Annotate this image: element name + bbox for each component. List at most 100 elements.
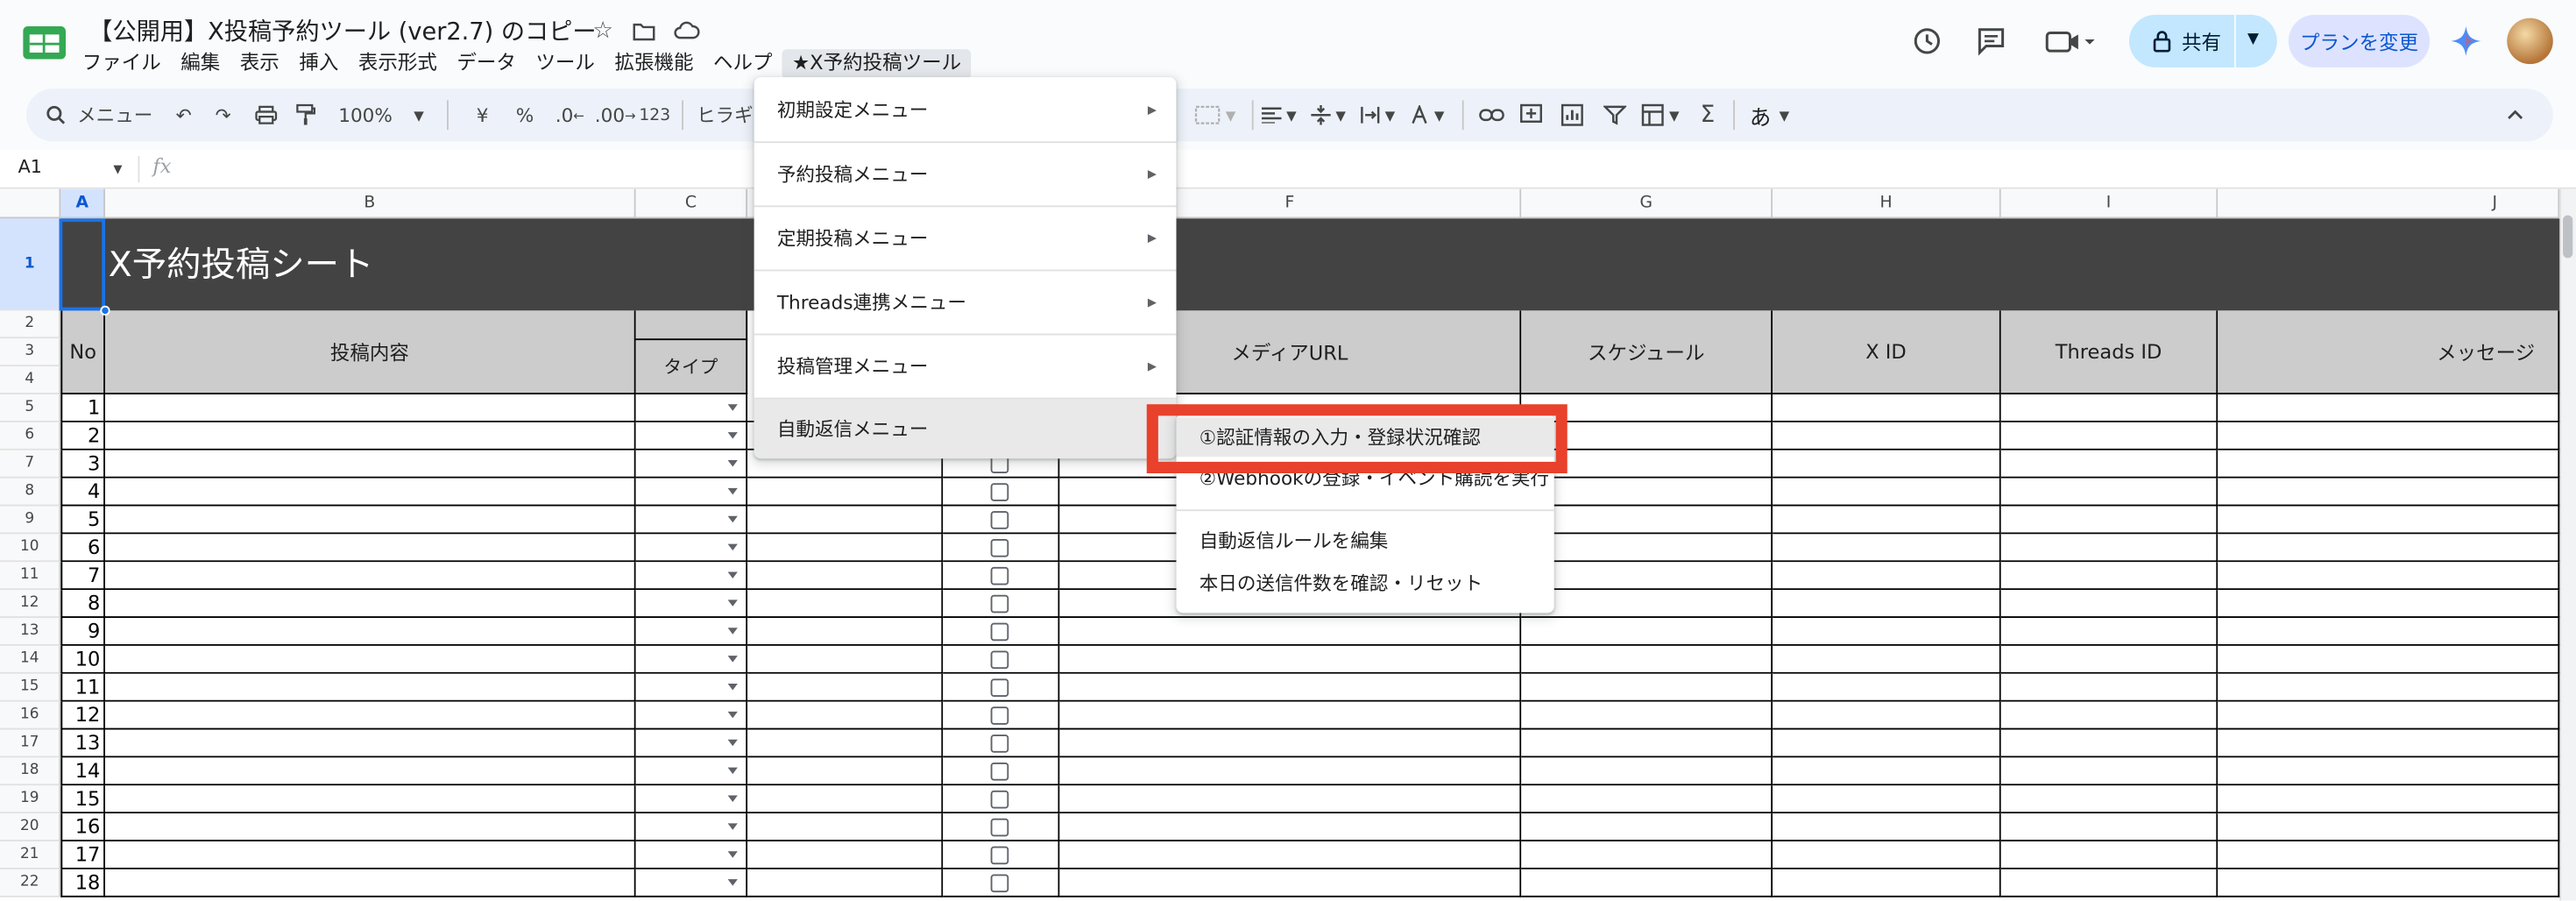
table-cell[interactable]: [747, 645, 944, 674]
redo-icon[interactable]: ↷: [216, 100, 231, 130]
text-rotation-icon[interactable]: ▼: [1410, 100, 1444, 130]
row-checkbox[interactable]: [990, 594, 1009, 614]
table-cell[interactable]: [2218, 590, 2560, 618]
table-cell[interactable]: [2000, 562, 2219, 591]
header-message[interactable]: メッセージ: [2218, 310, 2560, 394]
share-dropdown-icon[interactable]: ▼: [2247, 32, 2259, 48]
table-cell[interactable]: [1059, 701, 1522, 730]
table-cell[interactable]: [105, 478, 636, 507]
table-cell[interactable]: [1773, 729, 2001, 758]
table-cell[interactable]: [1773, 618, 2001, 646]
zoom-select[interactable]: 100% ▼: [338, 100, 424, 130]
table-cell[interactable]: [747, 785, 944, 814]
table-cell[interactable]: [1773, 590, 2001, 618]
menu-item-scheduled-post[interactable]: 予約投稿メニュー ▶: [754, 143, 1177, 205]
menu-tools[interactable]: ツール: [526, 49, 605, 79]
number-format-button[interactable]: 123: [639, 100, 670, 130]
menu-item-post-management[interactable]: 投稿管理メニュー ▶: [754, 336, 1177, 398]
meet-icon[interactable]: [2037, 20, 2103, 63]
type-dropdown-icon[interactable]: [727, 628, 738, 635]
menu-search-input[interactable]: メニュー: [77, 100, 152, 130]
column-header-g[interactable]: G: [1521, 188, 1773, 219]
row-header[interactable]: 1: [0, 218, 61, 311]
row-header[interactable]: 18: [0, 757, 61, 786]
table-cell[interactable]: [1059, 841, 1522, 869]
header-threads-id[interactable]: Threads ID: [2000, 310, 2219, 394]
submenu-item-daily-count[interactable]: 本日の送信件数を確認・リセット: [1177, 564, 1554, 603]
menu-edit[interactable]: 編集: [171, 49, 230, 79]
table-cell[interactable]: [1773, 645, 2001, 674]
table-cell[interactable]: [747, 841, 944, 869]
table-cell[interactable]: [2000, 394, 2219, 422]
type-dropdown-icon[interactable]: [727, 711, 738, 719]
name-box-dropdown-icon[interactable]: ▼: [113, 163, 122, 176]
table-cell[interactable]: [105, 841, 636, 869]
row-header[interactable]: 22: [0, 869, 61, 897]
table-cell[interactable]: [747, 506, 944, 535]
menu-item-auto-reply[interactable]: 自動返信メニュー ▶: [754, 399, 1177, 459]
header-no[interactable]: No: [60, 310, 105, 394]
table-cell[interactable]: [1773, 562, 2001, 591]
row-header[interactable]: 5: [0, 394, 61, 422]
table-cell[interactable]: [1059, 869, 1522, 897]
table-cell[interactable]: [105, 645, 636, 674]
type-dropdown-icon[interactable]: [727, 851, 738, 858]
row-checkbox[interactable]: [990, 706, 1009, 725]
table-cell[interactable]: [747, 562, 944, 591]
table-cell[interactable]: [1059, 618, 1522, 646]
share-button[interactable]: 共有 ▼: [2129, 14, 2277, 67]
gemini-icon[interactable]: [2445, 20, 2488, 63]
table-cell[interactable]: [2000, 813, 2219, 841]
comment-icon[interactable]: [1970, 20, 2013, 63]
change-plan-button[interactable]: プランを変更: [2288, 14, 2431, 67]
row-header[interactable]: 11: [0, 562, 61, 591]
table-cell[interactable]: [105, 562, 636, 591]
table-cell[interactable]: [1521, 729, 1773, 758]
table-cell[interactable]: [105, 869, 636, 897]
row-header[interactable]: 12: [0, 590, 61, 618]
table-cell[interactable]: [105, 618, 636, 646]
menu-format[interactable]: 表示形式: [349, 49, 448, 79]
row-header[interactable]: 17: [0, 729, 61, 758]
type-dropdown-icon[interactable]: [727, 767, 738, 775]
table-cell[interactable]: [1773, 478, 2001, 507]
table-cell[interactable]: [1773, 701, 2001, 730]
selected-cell-a1[interactable]: [59, 218, 105, 311]
menu-item-initial-settings[interactable]: 初期設定メニュー ▶: [754, 77, 1177, 141]
vertical-scrollbar[interactable]: [2559, 188, 2576, 901]
row-checkbox[interactable]: [990, 483, 1009, 501]
table-cell[interactable]: [2218, 562, 2560, 591]
table-cell[interactable]: [747, 729, 944, 758]
document-title[interactable]: 【公開用】X投稿予約ツール (ver2.7) のコピー: [88, 13, 596, 47]
type-dropdown-icon[interactable]: [727, 795, 738, 802]
type-dropdown-icon[interactable]: [727, 599, 738, 607]
row-header[interactable]: 7: [0, 450, 61, 479]
table-cell[interactable]: [1059, 673, 1522, 702]
insert-chart-icon[interactable]: [1560, 100, 1583, 130]
table-cell[interactable]: [747, 534, 944, 563]
table-cell[interactable]: [1773, 757, 2001, 786]
row-header[interactable]: 9: [0, 506, 61, 535]
table-cell[interactable]: [105, 701, 636, 730]
table-cell[interactable]: [2000, 590, 2219, 618]
table-cell[interactable]: [2000, 478, 2219, 507]
type-dropdown-icon[interactable]: [727, 543, 738, 551]
increase-decimal-button[interactable]: .00 →: [595, 100, 636, 130]
table-cell[interactable]: [747, 478, 944, 507]
table-cell[interactable]: [1059, 757, 1522, 786]
table-cell[interactable]: [747, 618, 944, 646]
table-cell[interactable]: [1521, 562, 1773, 591]
type-dropdown-icon[interactable]: [727, 656, 738, 663]
row-header[interactable]: 10: [0, 534, 61, 563]
paint-format-icon[interactable]: [296, 100, 315, 130]
star-icon[interactable]: ☆: [588, 17, 618, 46]
percent-format-button[interactable]: %: [516, 100, 534, 130]
row-header[interactable]: 13: [0, 618, 61, 646]
table-cell[interactable]: [105, 534, 636, 563]
type-dropdown-icon[interactable]: [727, 684, 738, 691]
table-cell[interactable]: [2218, 841, 2560, 869]
table-cell[interactable]: [2218, 785, 2560, 814]
row-checkbox[interactable]: [990, 678, 1009, 697]
column-header-c[interactable]: C: [635, 188, 748, 219]
menu-help[interactable]: ヘルプ: [704, 49, 782, 79]
